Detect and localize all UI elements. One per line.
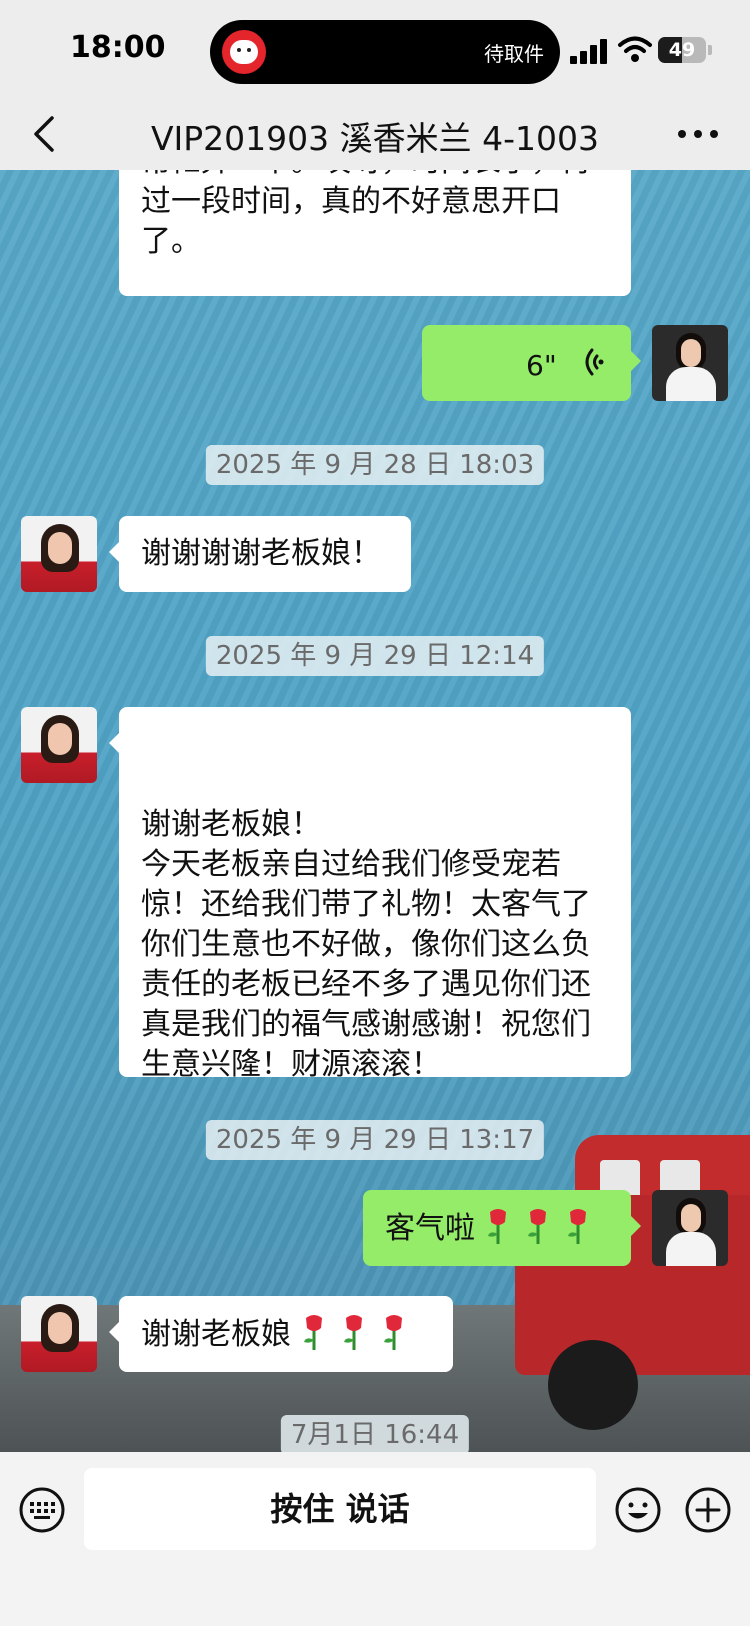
message-bubble-received[interactable]: 谢谢老板娘！ 今天老板亲自过给我们修受宠若惊！还给我们带了礼物！太客气了你们生意…: [109, 707, 631, 1082]
battery-icon: 49: [658, 37, 706, 63]
voice-duration: 6": [526, 349, 557, 382]
battery-level: 49: [668, 39, 696, 61]
more-icon[interactable]: [676, 114, 720, 154]
wifi-icon: [618, 36, 652, 62]
rose-icon: [528, 1209, 546, 1244]
contact-avatar[interactable]: [21, 516, 97, 592]
contact-avatar[interactable]: [21, 1296, 97, 1372]
message-text: 谢谢谢谢老板娘！: [141, 536, 381, 571]
rose-icon: [488, 1209, 506, 1244]
plus-icon[interactable]: [684, 1486, 732, 1534]
message-text: 客气啦: [385, 1211, 475, 1246]
input-bar: 按住 说话: [0, 1452, 750, 1626]
hold-to-talk-button[interactable]: 按住 说话: [84, 1468, 596, 1550]
message-timestamp: 7月1日 16:44: [280, 1415, 470, 1452]
message-bubble-received[interactable]: 谢谢谢谢老板娘！: [109, 516, 411, 592]
rose-icon: [304, 1315, 322, 1350]
status-bar: 18:00 待取件 49: [0, 0, 750, 100]
message-timestamp: 2025 年 9 月 29 日 12:14: [205, 636, 545, 676]
emoji-icon[interactable]: [614, 1486, 662, 1534]
message-timestamp: 2025 年 9 月 29 日 13:17: [205, 1120, 545, 1160]
rose-icon: [568, 1209, 586, 1244]
message-bubble-sent[interactable]: 客气啦: [363, 1190, 641, 1266]
message-timestamp: 2025 年 9 月 28 日 18:03: [205, 445, 545, 485]
back-icon[interactable]: [28, 114, 64, 154]
keyboard-icon[interactable]: [18, 1486, 66, 1534]
delivery-app-icon: [222, 30, 266, 74]
rose-icon: [384, 1315, 402, 1350]
message-text: 谢谢老板娘: [141, 1317, 291, 1352]
cellular-signal-icon: [570, 38, 610, 64]
island-label: 待取件: [484, 42, 544, 66]
status-time: 18:00: [70, 30, 166, 65]
contact-avatar[interactable]: [21, 707, 97, 783]
message-bubble-received[interactable]: 常忙弄一下。哎呀，时间长了，再过一段时间，真的不好意思开口了。: [119, 170, 631, 296]
chat-header: VIP201903 溪香米兰 4-1003: [0, 100, 750, 170]
voice-icon: [585, 348, 604, 376]
rose-icon: [344, 1315, 362, 1350]
message-bubble-received[interactable]: 谢谢老板娘: [109, 1296, 453, 1372]
dynamic-island[interactable]: 待取件: [210, 20, 560, 84]
chat-area[interactable]: 常忙弄一下。哎呀，时间长了，再过一段时间，真的不好意思开口了。 2025 年 9…: [0, 170, 750, 1452]
my-avatar[interactable]: [652, 325, 728, 401]
message-text: 谢谢老板娘！ 今天老板亲自过给我们修受宠若惊！还给我们带了礼物！太客气了你们生意…: [141, 807, 591, 1082]
chat-title: VIP201903 溪香米兰 4-1003: [150, 119, 600, 158]
my-avatar[interactable]: [652, 1190, 728, 1266]
message-text: 常忙弄一下。哎呀，时间长了，再过一段时间，真的不好意思开口了。: [141, 170, 591, 259]
